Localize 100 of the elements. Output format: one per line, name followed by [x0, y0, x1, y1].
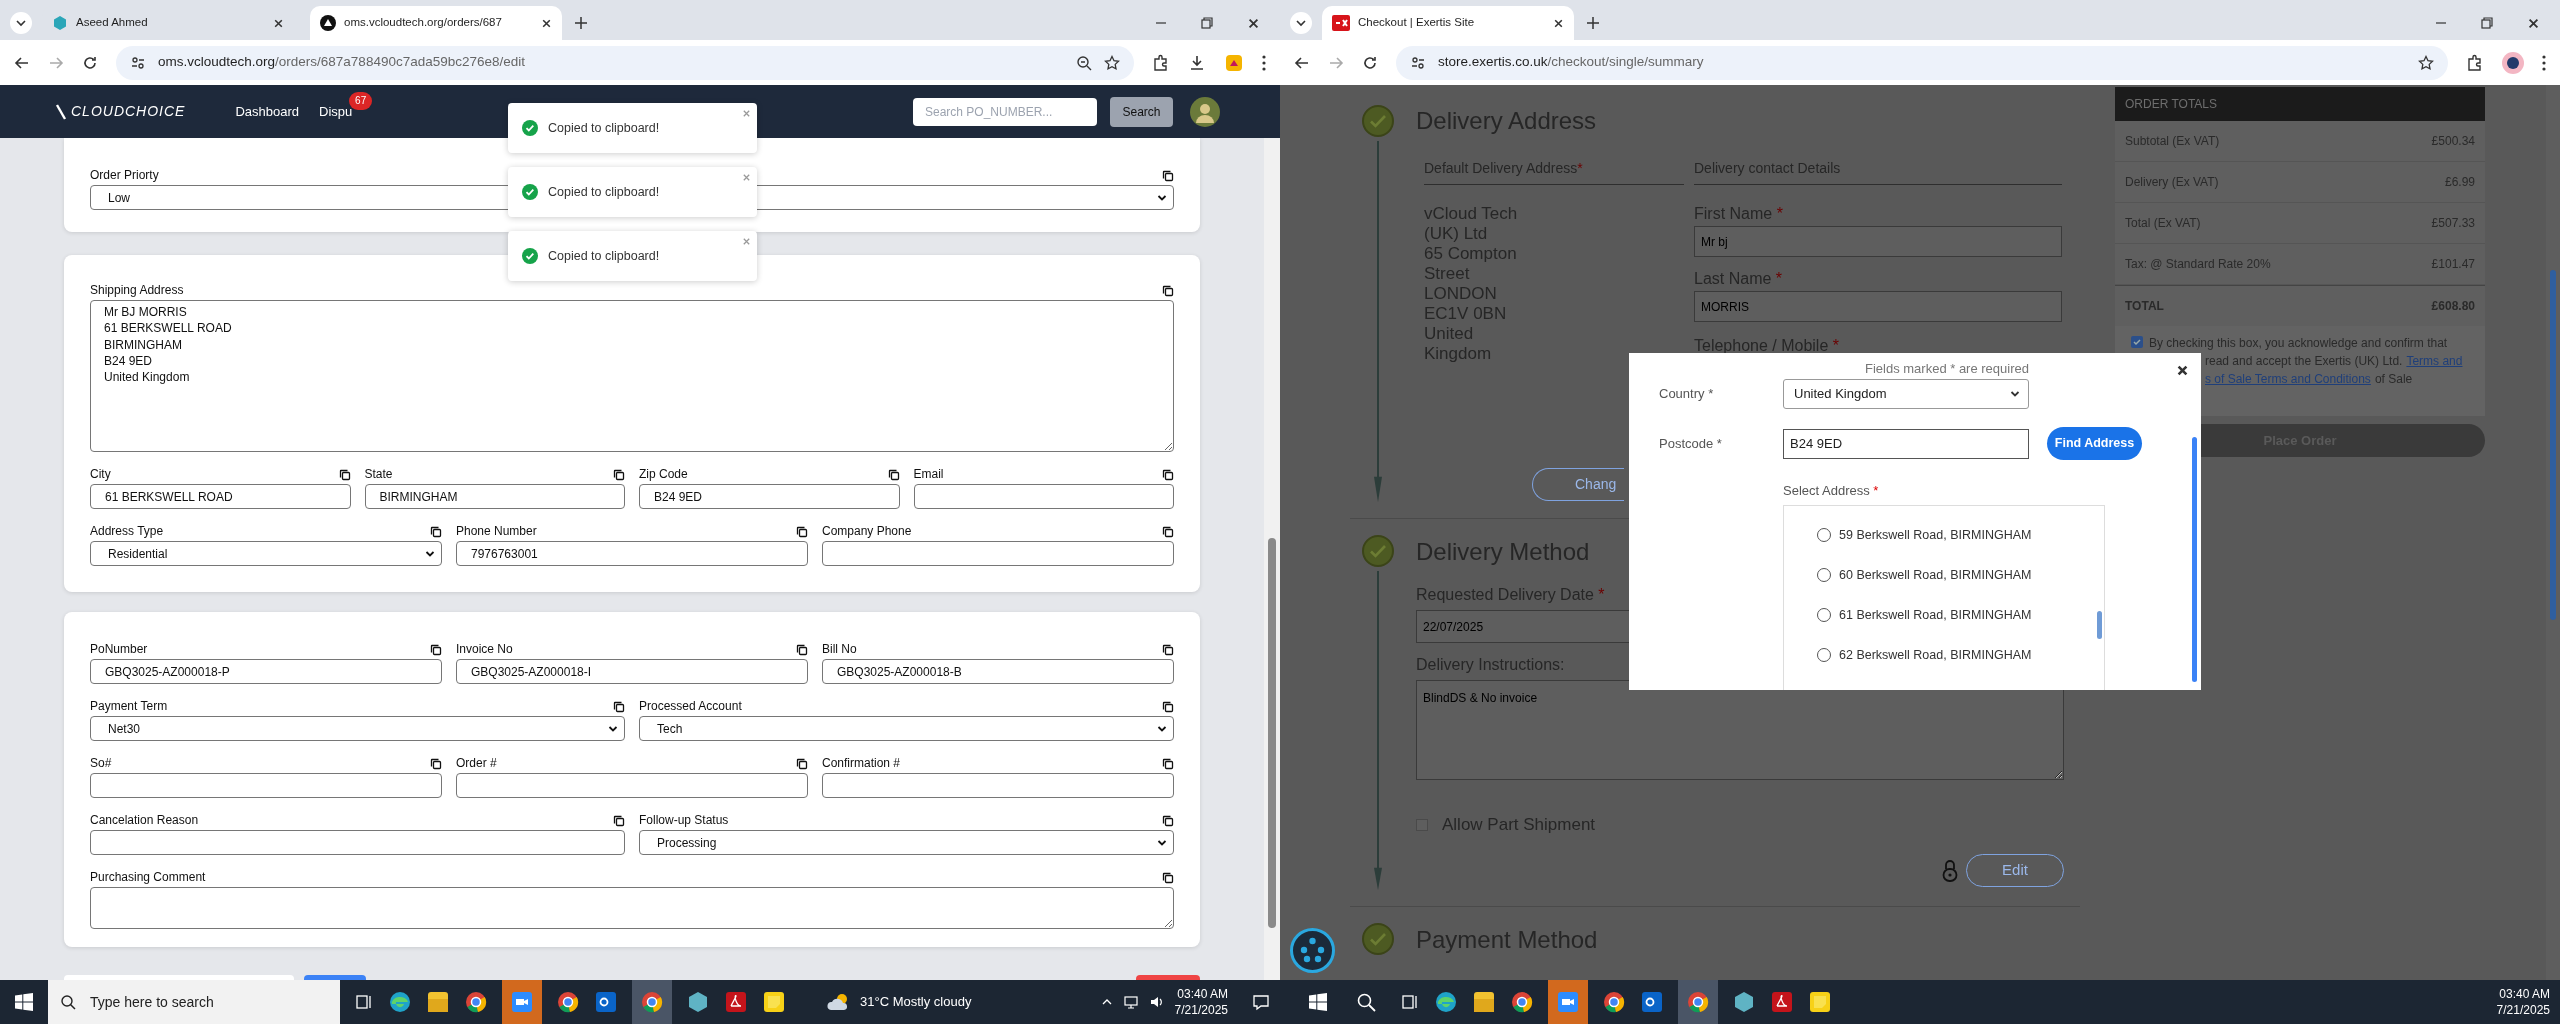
- address-bar[interactable]: oms.vcloudtech.org/orders/687a788490c7ada59bc276e8/edit: [116, 45, 1134, 80]
- address-option[interactable]: 62 Berkswell Road, BIRMINGHAM: [1784, 635, 2094, 675]
- browser-icon[interactable]: [640, 990, 664, 1014]
- clock-date[interactable]: 7/21/2025: [2496, 1002, 2550, 1018]
- restore-icon[interactable]: [1201, 17, 1213, 29]
- browser-icon[interactable]: [556, 990, 580, 1014]
- select-field[interactable]: Tech: [639, 716, 1174, 741]
- extension-badge-icon[interactable]: [1224, 52, 1244, 73]
- task-view-icon[interactable]: [354, 992, 374, 1012]
- document-icon[interactable]: [724, 990, 748, 1014]
- search-icon[interactable]: [1356, 992, 1376, 1012]
- checkbox[interactable]: [2131, 336, 2143, 348]
- note-icon[interactable]: [762, 990, 786, 1014]
- copy-icon[interactable]: [796, 758, 808, 770]
- profile-avatar-icon[interactable]: [2502, 51, 2524, 74]
- note-icon[interactable]: [1808, 990, 1832, 1014]
- accessibility-icon[interactable]: [1290, 928, 1335, 973]
- copy-icon[interactable]: [430, 758, 442, 770]
- address-bar[interactable]: store.exertis.co.uk/checkout/single/summary: [1396, 45, 2448, 80]
- select-field[interactable]: Residential: [90, 541, 442, 566]
- camera-icon[interactable]: [510, 990, 534, 1014]
- address-option[interactable]: 60 Berkswell Road, BIRMINGHAM: [1784, 555, 2094, 595]
- close-icon[interactable]: [541, 17, 552, 29]
- close-icon[interactable]: [2176, 364, 2189, 377]
- tab-list-icon[interactable]: [1290, 12, 1312, 34]
- address-text-area[interactable]: Mr BJ MORRIS 61 BERKSWELL ROAD BIRMINGHAM B24 9ED United Kingdom: [90, 300, 1174, 452]
- copy-icon[interactable]: [1162, 526, 1174, 538]
- copy-icon[interactable]: [338, 469, 351, 481]
- mail-app-icon[interactable]: [1640, 990, 1664, 1014]
- address-option[interactable]: 59 Berkswell Road, BIRMINGHAM: [1784, 515, 2094, 555]
- copy-icon[interactable]: [1162, 644, 1174, 656]
- find-address-button[interactable]: Find Address: [2047, 427, 2142, 460]
- browser-tab[interactable]: oms.vcloudtech.org/orders/687: [310, 6, 562, 40]
- restore-icon[interactable]: [2481, 17, 2493, 29]
- input-field[interactable]: [913, 484, 1174, 509]
- input-field[interactable]: 61 BERKSWELL ROAD: [90, 484, 351, 509]
- scrollbar[interactable]: [1264, 138, 1280, 980]
- text-area[interactable]: [90, 887, 1174, 929]
- input-field[interactable]: GBQ3025-AZ000018-P: [90, 659, 442, 684]
- search-field[interactable]: Search PO_NUMBER...: [913, 97, 1097, 126]
- windows-start-icon[interactable]: [15, 993, 33, 1011]
- postcode-field[interactable]: B24 9ED: [1783, 428, 2029, 459]
- input-field[interactable]: [456, 773, 808, 798]
- copy-icon[interactable]: [1162, 285, 1174, 297]
- back-icon[interactable]: [14, 54, 30, 71]
- copy-icon[interactable]: [613, 469, 625, 481]
- brand-logo[interactable]: CLOUDCHOICE: [71, 101, 186, 122]
- input-field[interactable]: [90, 830, 625, 855]
- camera-icon[interactable]: [1556, 990, 1580, 1014]
- app-icon[interactable]: [1732, 990, 1756, 1014]
- copy-icon[interactable]: [1162, 872, 1174, 884]
- browser-icon[interactable]: [464, 990, 488, 1014]
- copy-icon[interactable]: [613, 815, 625, 827]
- clock-date[interactable]: 7/21/2025: [1174, 1002, 1228, 1018]
- address-list[interactable]: 59 Berkswell Road, BIRMINGHAM 60 Berkswell Road, BIRMINGHAM 61 Berkswell Road, BIRMINGHAM 62 Berkswell Road, BIRMINGHAM: [1783, 505, 2105, 690]
- copy-icon[interactable]: [430, 526, 442, 538]
- clock-time[interactable]: 03:40 AM: [1177, 986, 1228, 1002]
- folder-icon[interactable]: [426, 990, 450, 1014]
- close-icon[interactable]: [1247, 16, 1260, 30]
- mail-app-icon[interactable]: [594, 990, 618, 1014]
- weather-text[interactable]: 31°C Mostly cloudy: [860, 992, 972, 1012]
- close-icon[interactable]: [273, 17, 284, 29]
- copy-icon[interactable]: [796, 644, 808, 656]
- app-icon[interactable]: [686, 990, 710, 1014]
- browser-icon[interactable]: [1434, 990, 1458, 1014]
- input-field[interactable]: B24 9ED: [639, 484, 900, 509]
- copy-icon[interactable]: [613, 701, 625, 713]
- folder-icon[interactable]: [1472, 990, 1496, 1014]
- network-icon[interactable]: [1122, 994, 1139, 1010]
- site-info-icon[interactable]: [130, 54, 146, 71]
- browser-icon[interactable]: [1510, 990, 1534, 1014]
- back-icon[interactable]: [1294, 54, 1310, 71]
- reload-icon[interactable]: [1362, 54, 1378, 71]
- input-field[interactable]: GBQ3025-AZ000018-I: [456, 659, 808, 684]
- input-field[interactable]: [822, 541, 1174, 566]
- extension-icon[interactable]: [1152, 53, 1170, 72]
- download-icon[interactable]: [1188, 53, 1206, 72]
- speaker-icon[interactable]: [1148, 994, 1165, 1010]
- browser-icon[interactable]: [1686, 990, 1710, 1014]
- select-field[interactable]: Net30: [90, 716, 625, 741]
- url-text[interactable]: store.exertis.co.uk/checkout/single/summary: [1438, 52, 1704, 73]
- task-view-icon[interactable]: [1400, 992, 1420, 1012]
- windows-start-icon[interactable]: [1309, 993, 1327, 1011]
- input-field[interactable]: [90, 773, 442, 798]
- copy-icon[interactable]: [430, 644, 442, 656]
- browser-icon[interactable]: [1602, 990, 1626, 1014]
- zoom-icon[interactable]: [1076, 54, 1092, 71]
- copy-icon[interactable]: [887, 469, 900, 481]
- star-icon[interactable]: [2418, 54, 2434, 71]
- notification-icon[interactable]: [1252, 993, 1270, 1011]
- browser-icon[interactable]: [388, 990, 412, 1014]
- clock-time[interactable]: 03:40 AM: [2499, 986, 2550, 1002]
- input-field[interactable]: 7976763001: [456, 541, 808, 566]
- new-tab-icon[interactable]: [1586, 16, 1600, 30]
- menu-icon[interactable]: [2542, 54, 2546, 71]
- close-icon[interactable]: [1553, 17, 1564, 29]
- scrollbar[interactable]: [2192, 437, 2197, 682]
- reload-icon[interactable]: [82, 54, 98, 71]
- extension-icon[interactable]: [2466, 53, 2484, 72]
- copy-icon[interactable]: [1162, 701, 1174, 713]
